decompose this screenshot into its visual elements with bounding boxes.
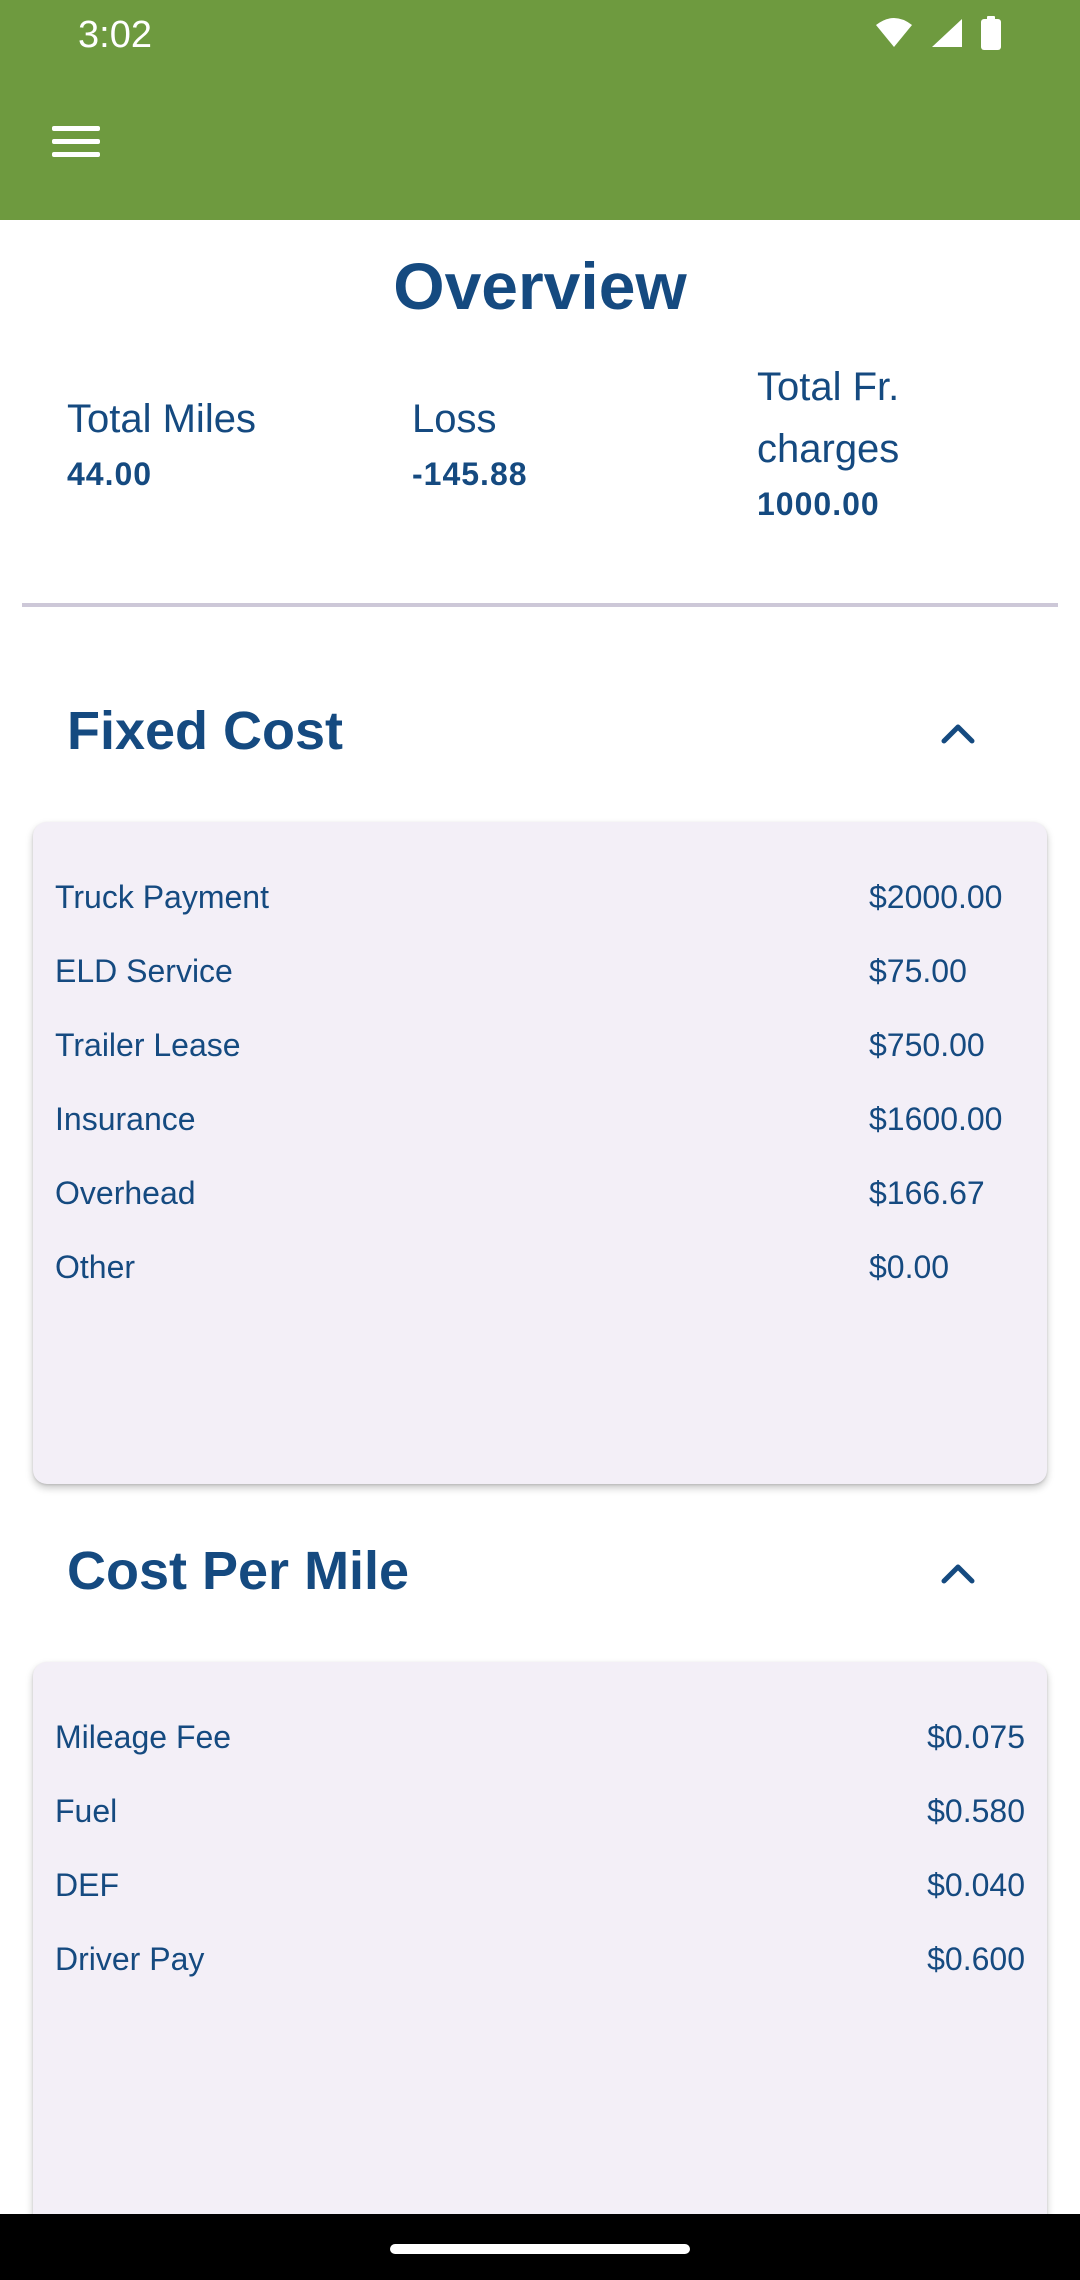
- cost-per-mile-row: DEF $0.040: [55, 1860, 1025, 1910]
- row-value: $0.040: [927, 1866, 1025, 1903]
- cost-per-mile-title[interactable]: Cost Per Mile: [67, 1540, 409, 1602]
- fixed-cost-row: Insurance $1600.00: [55, 1094, 1025, 1144]
- chevron-up-icon[interactable]: [930, 705, 986, 761]
- cost-per-mile-row: Fuel $0.580: [55, 1786, 1025, 1836]
- stat-label: Total Fr. charges: [757, 365, 900, 471]
- row-value: $166.67: [869, 1174, 985, 1211]
- row-label: Truck Payment: [55, 878, 269, 915]
- row-label: Insurance: [55, 1100, 196, 1137]
- row-label: Driver Pay: [55, 1940, 205, 1977]
- row-label: Other: [55, 1248, 136, 1285]
- battery-icon: [981, 16, 1001, 50]
- chevron-up-icon[interactable]: [930, 1545, 986, 1601]
- row-label: Trailer Lease: [55, 1026, 241, 1063]
- system-nav-bar: [0, 2214, 1080, 2280]
- stat-value: -145.88: [412, 456, 528, 492]
- row-value: $0.600: [927, 1940, 1025, 1977]
- stat-loss: Loss -145.88: [412, 388, 528, 493]
- row-label: Fuel: [55, 1792, 118, 1829]
- row-label: ELD Service: [55, 952, 233, 989]
- row-value: $2000.00: [869, 878, 1003, 915]
- status-icons: [874, 16, 1002, 50]
- overview-divider: [22, 603, 1058, 607]
- fixed-cost-row: Trailer Lease $750.00: [55, 1020, 1025, 1070]
- stat-total-miles: Total Miles 44.00: [67, 388, 256, 493]
- fixed-cost-row: Truck Payment $2000.00: [55, 872, 1025, 922]
- home-handle[interactable]: [390, 2244, 690, 2254]
- row-label: DEF: [55, 1866, 119, 1903]
- status-time: 3:02: [78, 14, 152, 56]
- stat-total-fr-charges: Total Fr. charges 1000.00: [757, 356, 997, 523]
- row-value: $750.00: [869, 1026, 985, 1063]
- row-value: $0.580: [927, 1792, 1025, 1829]
- app-screen: 3:02 Overview Total Miles 44.00 Loss -14…: [0, 0, 1080, 2280]
- stat-label: Loss: [412, 397, 497, 441]
- row-value: $1600.00: [869, 1100, 1003, 1137]
- row-label: Overhead: [55, 1174, 196, 1211]
- cost-per-mile-row: Driver Pay $0.600: [55, 1934, 1025, 1984]
- fixed-cost-title[interactable]: Fixed Cost: [67, 700, 343, 762]
- fixed-cost-row: ELD Service $75.00: [55, 946, 1025, 996]
- signal-icon: [932, 19, 962, 47]
- row-label: Mileage Fee: [55, 1718, 232, 1755]
- row-value: $0.075: [927, 1718, 1025, 1755]
- fixed-cost-row: Other $0.00: [55, 1242, 1025, 1292]
- fixed-cost-row: Overhead $166.67: [55, 1168, 1025, 1218]
- cost-per-mile-row: Mileage Fee $0.075: [55, 1712, 1025, 1762]
- stat-value: 44.00: [67, 456, 153, 492]
- row-value: $0.00: [869, 1248, 950, 1285]
- menu-icon[interactable]: [48, 118, 108, 166]
- row-value: $75.00: [869, 952, 967, 989]
- wifi-icon: [876, 18, 912, 47]
- app-bar: 3:02: [0, 0, 1080, 220]
- cost-per-mile-card: Mileage Fee $0.075 Fuel $0.580 DEF $0.04…: [33, 1662, 1047, 2262]
- stat-value: 1000.00: [757, 486, 880, 522]
- fixed-cost-card: Truck Payment $2000.00 ELD Service $75.0…: [33, 822, 1047, 1484]
- stat-label: Total Miles: [67, 397, 256, 441]
- page-title: Overview: [393, 249, 687, 323]
